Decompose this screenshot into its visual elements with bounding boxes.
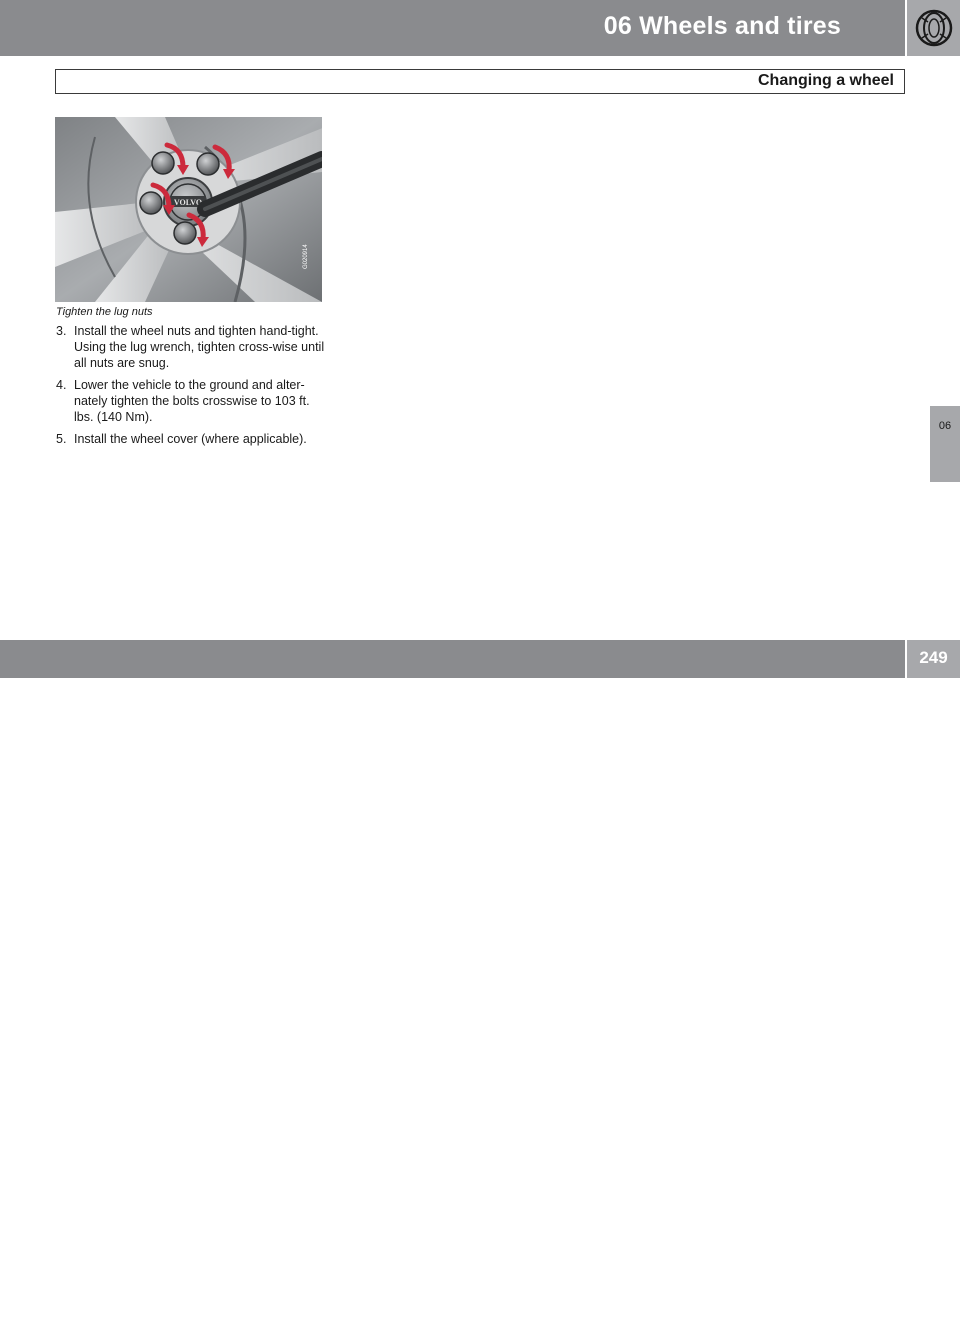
chapter-icon-box: [907, 0, 960, 56]
chapter-side-tab: 06: [930, 406, 960, 482]
footer-band: carmanualsonline.info: [0, 640, 905, 1317]
figure-code: G020914: [303, 244, 309, 269]
step-number: 5.: [56, 432, 67, 446]
step-text: Install the wheel cover (where applicabl…: [74, 432, 307, 446]
header-band: 06 Wheels and tires: [0, 0, 905, 56]
step-text: Lower the vehicle to the ground and alte…: [74, 378, 310, 424]
chapter-title: 06 Wheels and tires: [603, 12, 841, 40]
step-number: 4.: [56, 378, 67, 392]
instruction-steps: 3. Install the wheel nuts and tighten ha…: [56, 323, 326, 453]
lug-nuts-wheel-photo: VOLVO G020914: [55, 117, 322, 302]
figure-caption: Tighten the lug nuts: [56, 306, 153, 318]
list-item: 3. Install the wheel nuts and tighten ha…: [56, 323, 326, 371]
list-item: 5. Install the wheel cover (where applic…: [56, 431, 326, 447]
page-number-box: 249: [907, 640, 960, 678]
side-tab-label: 06: [938, 420, 952, 432]
list-item: 4. Lower the vehicle to the ground and a…: [56, 377, 326, 425]
page-number: 249: [919, 648, 948, 667]
tire-icon: [915, 9, 952, 47]
step-text: Install the wheel nuts and tighten hand-…: [74, 324, 325, 370]
section-bar: Changing a wheel: [55, 69, 905, 94]
section-title: Changing a wheel: [757, 72, 894, 89]
watermark: carmanualsonline.info: [575, 1286, 883, 1317]
step-number: 3.: [56, 324, 67, 338]
